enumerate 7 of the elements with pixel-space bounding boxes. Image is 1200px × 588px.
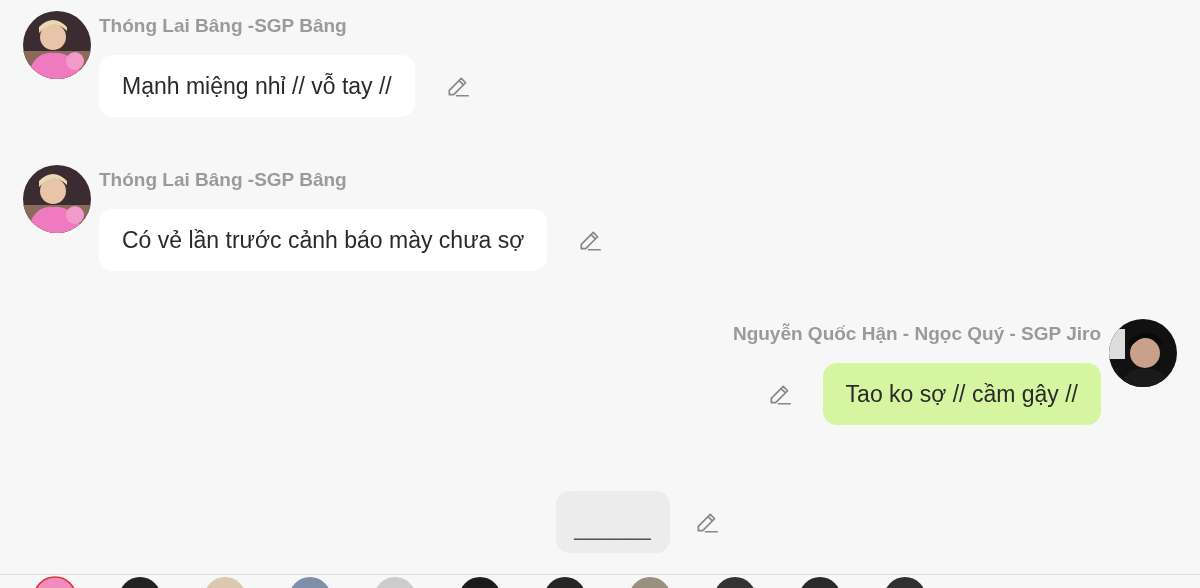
message-bubble: Mạnh miệng nhỉ // vỗ tay //	[99, 55, 415, 117]
message-bubble: ______	[555, 491, 670, 553]
message-bubble: Có vẻ lần trước cảnh báo mày chưa sợ	[99, 209, 548, 271]
message-bubble: Tao ko sợ // cầm gậy //	[822, 363, 1101, 425]
sender-name: Thóng Lai Bâng -SGP Bâng	[99, 15, 347, 37]
sender-name: Thóng Lai Bâng -SGP Bâng	[99, 169, 347, 191]
sender-name: Nguyễn Quốc Hận - Ngọc Quý - SGP Jiro	[732, 323, 1101, 345]
